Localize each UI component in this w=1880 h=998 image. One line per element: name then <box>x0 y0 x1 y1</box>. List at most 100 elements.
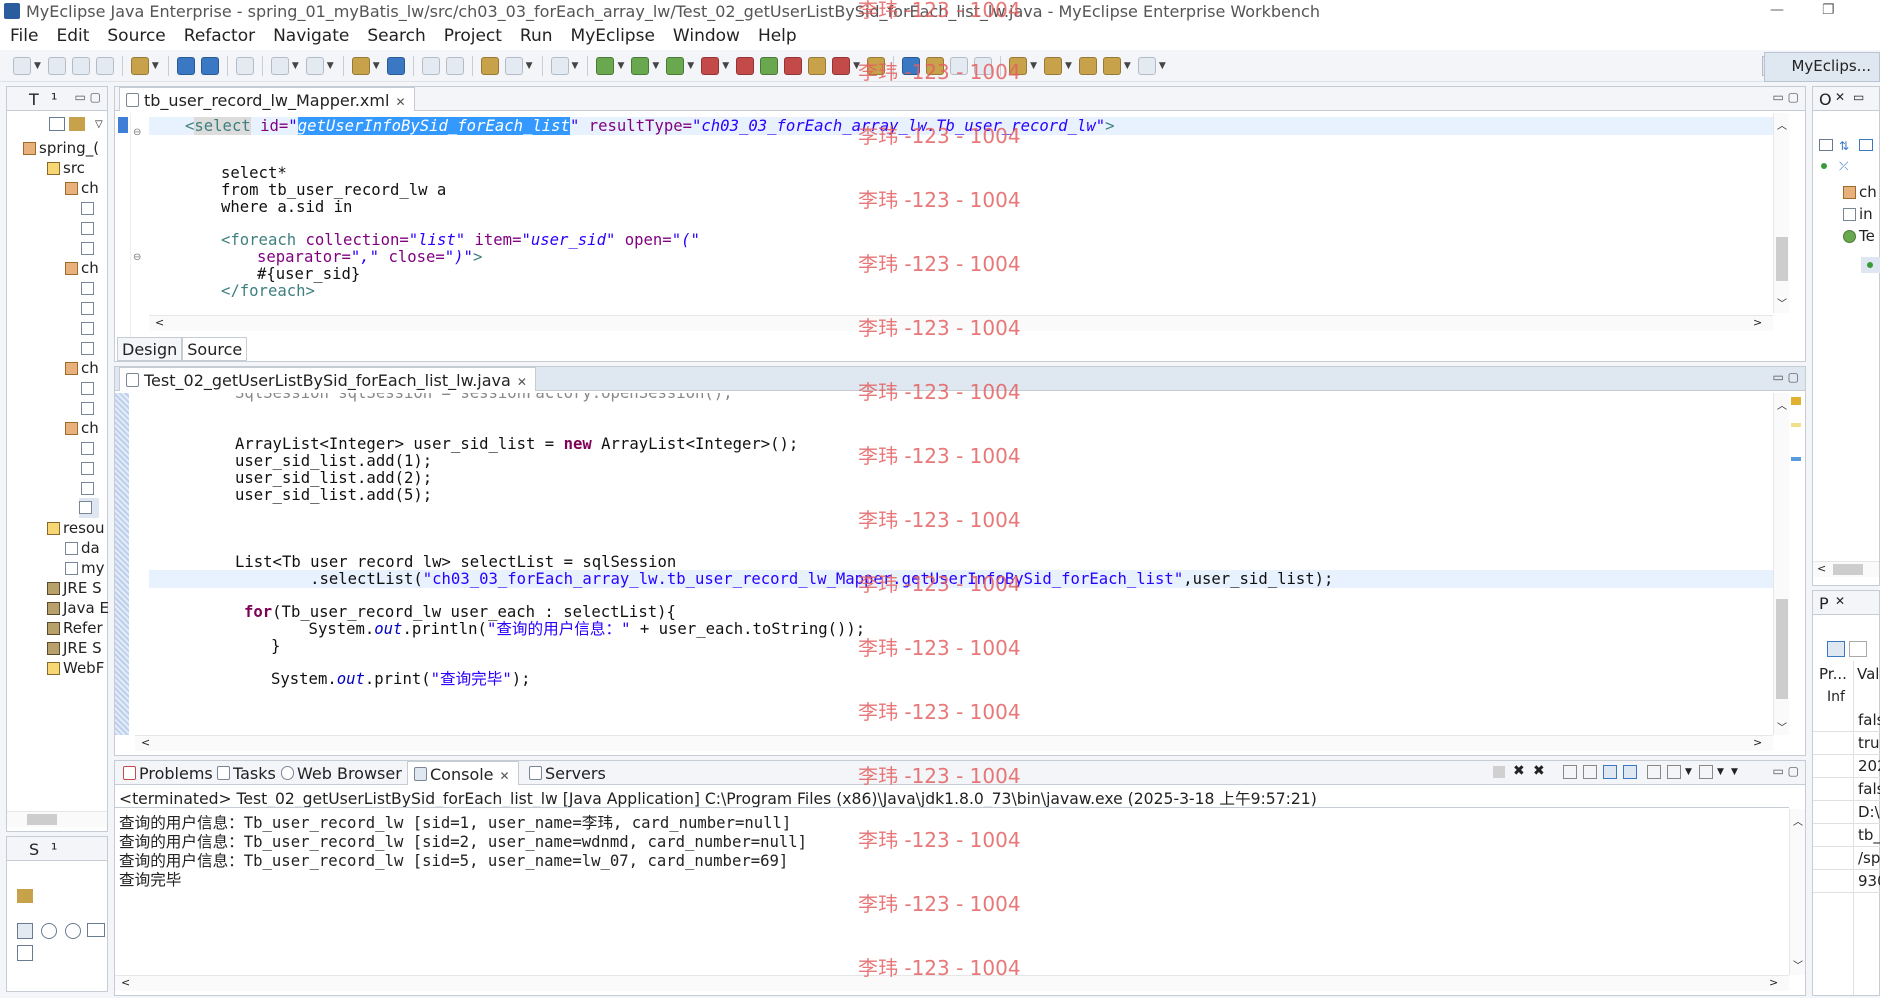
scroll-down-icon[interactable]: ﹀ <box>1777 295 1787 310</box>
outline-selected-item[interactable] <box>1861 257 1880 273</box>
scroll-up-icon[interactable]: ︿ <box>1777 397 1787 412</box>
minimize-icon[interactable]: ▭ <box>1853 90 1864 104</box>
tab-overflow[interactable]: ¹ <box>41 837 65 861</box>
tree-item-file[interactable] <box>81 239 97 259</box>
chevron-down-icon[interactable]: ▼ <box>572 61 579 71</box>
scroll-thumb[interactable] <box>1833 564 1863 575</box>
globe-icon[interactable] <box>386 56 405 75</box>
close-icon[interactable]: ✕ <box>517 375 527 389</box>
xml-line[interactable]: from tb_user_record_lw a <box>221 182 446 199</box>
minimize-maximize-icon[interactable]: ▭ ▢ <box>1773 370 1800 384</box>
outline-h-scrollbar[interactable]: < <box>1813 561 1879 577</box>
tree-item-library[interactable]: Refer <box>47 619 103 639</box>
tree-item-src[interactable]: src <box>47 159 85 179</box>
xml-line[interactable]: where a.sid in <box>221 199 352 216</box>
minimize-maximize-icon[interactable]: ▭ ▢ <box>1773 764 1800 778</box>
chevron-down-icon[interactable]: ▼ <box>1124 61 1131 71</box>
xml-line-foreach[interactable]: <foreach collection="list" item="user_si… <box>221 232 700 249</box>
coverage-icon[interactable] <box>666 56 685 75</box>
menu-project[interactable]: Project <box>434 26 510 46</box>
outline-item[interactable]: in <box>1843 205 1873 225</box>
scroll-right-icon[interactable]: > <box>1753 316 1762 329</box>
tree-item-file[interactable] <box>81 399 97 419</box>
refresh-icon[interactable] <box>445 56 464 75</box>
categories-icon[interactable] <box>1827 641 1845 657</box>
new-project-icon[interactable] <box>130 56 149 75</box>
zoom-fit-icon[interactable] <box>17 923 33 939</box>
clear-console-icon[interactable] <box>1563 765 1577 779</box>
java-line[interactable]: user_sid_list.add(2); <box>235 470 432 487</box>
collapse-all-icon[interactable] <box>49 117 65 131</box>
tree-item-file[interactable] <box>81 379 97 399</box>
open-type-icon[interactable] <box>176 56 195 75</box>
close-icon[interactable]: ✕ <box>395 95 405 109</box>
folder-icon[interactable] <box>808 56 827 75</box>
menu-refactor[interactable]: Refactor <box>174 26 263 46</box>
prev-annotation-icon[interactable] <box>1043 56 1062 75</box>
menu-edit[interactable]: Edit <box>46 26 97 46</box>
chevron-down-icon[interactable]: ▼ <box>152 61 159 71</box>
fold-icon[interactable]: ⊖ <box>133 252 141 263</box>
minimize-maximize-icon[interactable]: ▭ ▢ <box>75 90 102 104</box>
debug-icon[interactable] <box>596 56 615 75</box>
chevron-down-icon[interactable]: ▼ <box>327 61 334 71</box>
scroll-lock-icon[interactable] <box>1583 765 1597 779</box>
remove-launch-icon[interactable]: ✖ <box>1513 763 1525 779</box>
scroll-right-icon[interactable]: > <box>1753 736 1762 749</box>
java-v-scrollbar[interactable]: ︿ ﹀ <box>1773 393 1789 735</box>
property-value[interactable]: /sp <box>1858 849 1880 867</box>
tree-item-file[interactable] <box>81 219 97 239</box>
tab-overflow[interactable]: ¹ <box>41 87 65 111</box>
tab-console[interactable]: Console ✕ <box>407 761 519 785</box>
menu-run[interactable]: Run <box>510 26 561 46</box>
menu-navigate[interactable]: Navigate <box>263 26 357 46</box>
property-value[interactable]: fals <box>1858 780 1880 798</box>
tab-problems[interactable]: Problems <box>117 761 221 785</box>
tree-item-library[interactable]: JRE S <box>47 579 102 599</box>
java-line-print[interactable]: System.out.print("查询完毕"); <box>271 671 531 688</box>
advanced-icon[interactable] <box>1849 641 1867 657</box>
tree-item-library[interactable]: JRE S <box>47 639 102 659</box>
scroll-thumb[interactable] <box>27 814 57 825</box>
show-stderr-icon[interactable] <box>1623 765 1637 779</box>
link-icon[interactable]: ⤫ <box>1839 159 1849 174</box>
external-tools-icon[interactable] <box>701 56 720 75</box>
green-run-icon[interactable] <box>760 56 779 75</box>
tab-web-browser[interactable]: Web Browser <box>275 761 410 785</box>
column-header-property[interactable]: Pr... <box>1819 665 1847 683</box>
chevron-down-icon[interactable]: ▼ <box>687 61 694 71</box>
java-line[interactable]: user_sid_list.add(5); <box>235 487 432 504</box>
tab-java-test[interactable]: Test_02_getUserListBySid_forEach_list_lw… <box>119 367 536 391</box>
chevron-down-icon[interactable]: ▼ <box>373 61 380 71</box>
scroll-up-icon[interactable]: ︿ <box>1793 813 1803 828</box>
chart-icon[interactable] <box>832 56 851 75</box>
tree-item-file[interactable] <box>81 279 97 299</box>
chevron-down-icon[interactable]: ▼ <box>1717 767 1724 777</box>
tree-item-resources[interactable]: resou <box>47 519 105 539</box>
print-icon[interactable] <box>95 56 114 75</box>
tree-item-folder[interactable]: WebF <box>47 659 104 679</box>
zoom-100-icon[interactable] <box>87 923 105 937</box>
link-editor-icon[interactable] <box>69 117 85 131</box>
red-tool-icon[interactable] <box>784 56 803 75</box>
hide-fields-icon[interactable] <box>1859 139 1873 151</box>
tree-item-file[interactable] <box>81 459 97 479</box>
tree-item-file[interactable]: da <box>65 539 100 559</box>
explorer-h-scrollbar[interactable] <box>7 811 107 827</box>
java-line[interactable]: List<Tb_user_record_lw> selectList = sql… <box>235 554 676 571</box>
fold-icon[interactable]: ⊖ <box>133 127 141 138</box>
property-value[interactable]: 202 <box>1858 757 1880 775</box>
java-line-selectlist[interactable]: .selectList("ch03_03_forEach_array_lw.tb… <box>235 571 1333 588</box>
tree-item-file[interactable] <box>81 339 97 359</box>
chevron-down-icon[interactable]: ▼ <box>652 61 659 71</box>
tree-item-file-selected[interactable] <box>79 498 99 518</box>
menu-help[interactable]: Help <box>748 26 805 46</box>
menu-search[interactable]: Search <box>357 26 433 46</box>
xml-line[interactable]: select* <box>221 165 287 182</box>
tree-item-file[interactable] <box>81 319 97 339</box>
sync-icon[interactable] <box>17 889 33 903</box>
console-v-scrollbar[interactable]: ︿ ﹀ <box>1789 809 1805 975</box>
menu-source[interactable]: Source <box>97 26 173 46</box>
view-menu-icon[interactable]: ▼ <box>1731 767 1738 777</box>
java-line[interactable]: SqlSession sqlSession = sessionFactory.o… <box>235 393 733 402</box>
